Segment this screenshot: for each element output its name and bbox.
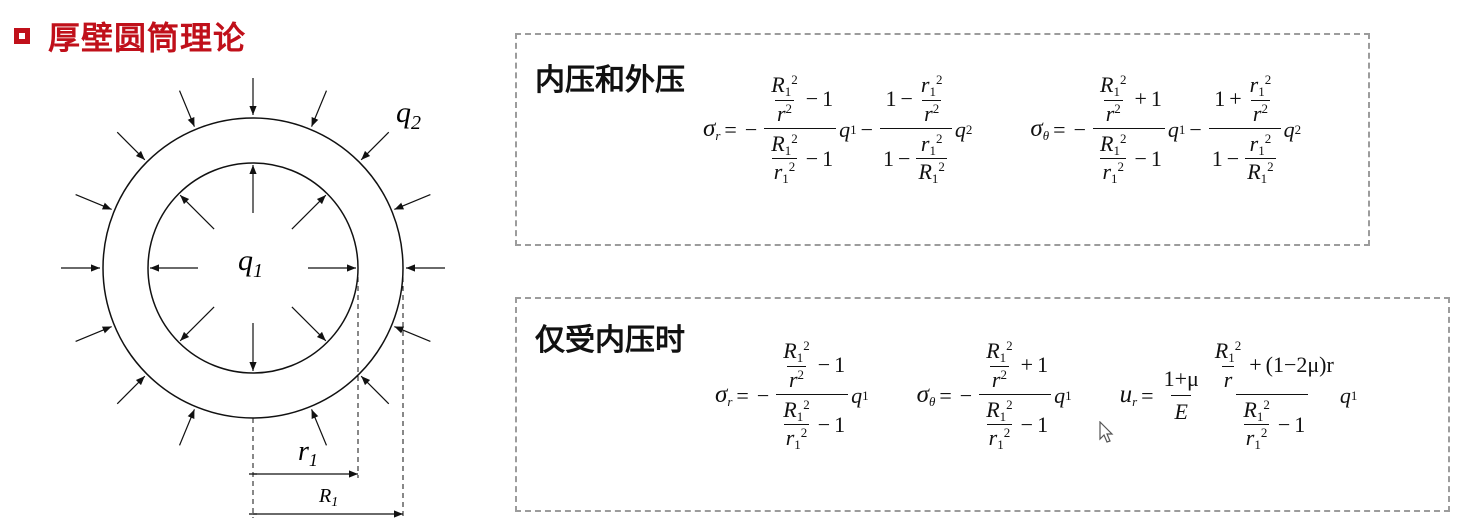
internal-only-equations: σr = − R12 r2−1 R12 r12−1 q1 σθ = − R12 r2 +1 … <box>715 338 1358 453</box>
mouse-pointer-icon <box>1099 421 1114 443</box>
pressure-arrow <box>310 409 328 446</box>
pressure-arrow <box>75 193 112 211</box>
fraction: 1+μ E <box>1163 366 1199 424</box>
outer-pressure-label: q2 <box>396 96 421 134</box>
slide-title: 厚壁圆筒理论 <box>48 19 247 57</box>
pressure-arrow <box>178 90 196 127</box>
fraction: R12 r + (1−2μ)r R12 r12−1 <box>1214 338 1334 453</box>
sigma-theta-symbol: σθ <box>1030 115 1050 143</box>
inner-radius-label: r1 <box>298 436 318 470</box>
displacement-symbol: ur <box>1119 381 1138 409</box>
pressure-arrow <box>75 325 112 343</box>
sigma-r-symbol: σr <box>703 115 721 143</box>
fraction: R12 r2 +1 R12 r12−1 <box>979 339 1052 452</box>
sigma-theta-symbol: σθ <box>916 381 936 409</box>
slide-header: 厚壁圆筒理论 <box>14 14 246 58</box>
square-bullet-icon <box>14 28 30 44</box>
pressure-arrow <box>179 306 215 342</box>
sigma-r-equation: σr = − R12 r2−1 R12 r12−1 q1 − 1− r12 r2 1− r1… <box>703 72 1302 187</box>
pressure-arrow <box>310 90 328 127</box>
fraction: 1− r12 r2 1− r12 R12 <box>880 73 952 186</box>
inner-pressure-label: q1 <box>238 244 263 282</box>
sigma-r-symbol: σr <box>715 381 733 409</box>
internal-external-pressure-box: 内压和外压 σr = − R12 r2−1 R12 r12−1 q1 − 1− r12 r… <box>515 33 1370 246</box>
fraction: 1 + r12 r2 1− r12 R12 <box>1208 73 1281 186</box>
box-title: 仅受内压时 <box>535 323 685 358</box>
pressure-arrow <box>291 306 327 342</box>
fraction: R12 r2 +1 R12 r12−1 <box>1093 73 1165 186</box>
pressure-arrow <box>179 194 215 230</box>
pressure-arrow <box>116 375 146 405</box>
thick-walled-cylinder-figure: q2 q1 r1 R1 <box>61 78 445 518</box>
outer-radius-label: R1 <box>318 485 338 510</box>
pressure-arrow <box>394 193 431 211</box>
fraction: R12 r2−1 R12 r12−1 <box>776 339 849 452</box>
box-title: 内压和外压 <box>535 63 685 98</box>
pressure-arrow <box>360 375 390 405</box>
internal-pressure-only-box: 仅受内压时 σr = − R12 r2−1 R12 r12−1 q1 σθ = − R1… <box>515 297 1450 512</box>
pressure-arrow <box>178 409 196 446</box>
fraction: R12 r2−1 R12 r12−1 <box>764 73 837 186</box>
pressure-arrow <box>116 131 146 161</box>
pressure-arrow <box>291 194 327 230</box>
pressure-arrow <box>360 131 390 161</box>
pressure-arrow <box>394 325 431 343</box>
